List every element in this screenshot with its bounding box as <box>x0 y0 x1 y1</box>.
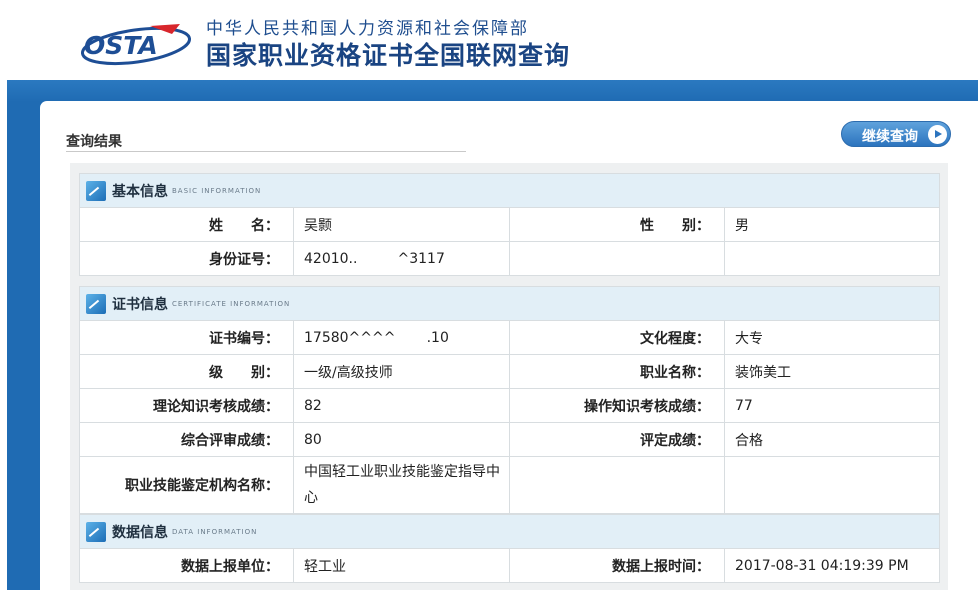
empty-cell <box>723 456 941 514</box>
level-value: 一级/高级技师 <box>293 354 510 389</box>
logo-text: OSTA <box>84 31 158 60</box>
table-row: 姓 名： 吴颢 性 别： 男 <box>79 207 941 242</box>
report-time-value: 2017-08-31 04:19:39 PM <box>723 548 941 583</box>
section-title: 基本信息 <box>112 183 168 200</box>
band-shade <box>7 80 978 102</box>
operation-score-label: 操作知识考核成绩： <box>509 388 725 423</box>
play-arrow-icon <box>928 125 947 144</box>
continue-query-label: 继续查询 <box>862 129 918 145</box>
basic-info-table: 基本信息 Basic Information 姓 名： 吴颢 性 别： 男 身份证… <box>78 173 941 276</box>
operation-score-value: 77 <box>723 388 941 423</box>
cert-no-value: 17580^^^^ .10 <box>293 320 510 355</box>
occupation-value: 装饰美工 <box>723 354 941 389</box>
name-label: 姓 名： <box>79 207 294 242</box>
theory-score-value: 82 <box>293 388 510 423</box>
level-label: 级 别： <box>79 354 294 389</box>
table-row: 证书编号： 17580^^^^ .10 文化程度： 大专 <box>79 320 941 355</box>
empty-cell <box>509 456 725 514</box>
id-value: 42010.. ^3117 <box>293 241 510 276</box>
section-subtitle: Certificate Information <box>172 299 291 308</box>
empty-cell <box>723 241 941 276</box>
gender-label: 性 别： <box>509 207 725 242</box>
rating-label: 评定成绩： <box>509 422 725 457</box>
section-header-basic: 基本信息 Basic Information <box>78 173 941 208</box>
site-header: OSTA 中华人民共和国人力资源和社会保障部 国家职业资格证书全国联网查询 <box>0 0 978 80</box>
osta-logo: OSTA <box>80 22 192 66</box>
occupation-label: 职业名称： <box>509 354 725 389</box>
report-unit-label: 数据上报单位： <box>79 548 294 583</box>
empty-cell <box>509 241 725 276</box>
education-label: 文化程度： <box>509 320 725 355</box>
site-title: 国家职业资格证书全国联网查询 <box>206 41 571 70</box>
theory-score-label: 理论知识考核成绩： <box>79 388 294 423</box>
table-row: 数据上报单位： 轻工业 数据上报时间： 2017-08-31 04:19:39 … <box>79 548 941 583</box>
title-underline <box>66 151 466 152</box>
table-row: 综合评审成绩： 80 评定成绩： 合格 <box>79 422 941 457</box>
edit-icon <box>86 180 106 201</box>
table-row: 职业技能鉴定机构名称： 中国轻工业职业技能鉴定指导中心 <box>79 456 941 514</box>
page-title: 查询结果 <box>66 134 122 150</box>
data-info-table: 数据信息 Data Information 数据上报单位： 轻工业 数据上报时间：… <box>78 514 941 583</box>
rating-value: 合格 <box>723 422 941 457</box>
gender-value: 男 <box>723 207 941 242</box>
overall-score-value: 80 <box>293 422 510 457</box>
overall-score-label: 综合评审成绩： <box>79 422 294 457</box>
id-label: 身份证号： <box>79 241 294 276</box>
section-header-data: 数据信息 Data Information <box>78 514 941 549</box>
table-row: 身份证号： 42010.. ^3117 <box>79 241 941 276</box>
section-title: 数据信息 <box>112 524 168 541</box>
report-time-label: 数据上报时间： <box>509 548 725 583</box>
agency-label: 职业技能鉴定机构名称： <box>79 456 294 514</box>
name-value: 吴颢 <box>293 207 510 242</box>
report-unit-value: 轻工业 <box>293 548 510 583</box>
education-value: 大专 <box>723 320 941 355</box>
agency-value: 中国轻工业职业技能鉴定指导中心 <box>293 456 510 514</box>
table-row: 级 别： 一级/高级技师 职业名称： 装饰美工 <box>79 354 941 389</box>
section-header-certificate: 证书信息 Certificate Information <box>78 286 941 321</box>
section-subtitle: Data Information <box>172 527 258 536</box>
continue-query-button[interactable]: 继续查询 <box>841 121 951 147</box>
edit-icon <box>86 293 106 314</box>
section-subtitle: Basic Information <box>172 186 262 195</box>
cert-no-label: 证书编号： <box>79 320 294 355</box>
certificate-info-table: 证书信息 Certificate Information 证书编号： 17580^… <box>78 286 941 514</box>
section-title: 证书信息 <box>112 296 168 313</box>
table-row: 理论知识考核成绩： 82 操作知识考核成绩： 77 <box>79 388 941 423</box>
edit-icon <box>86 521 106 542</box>
